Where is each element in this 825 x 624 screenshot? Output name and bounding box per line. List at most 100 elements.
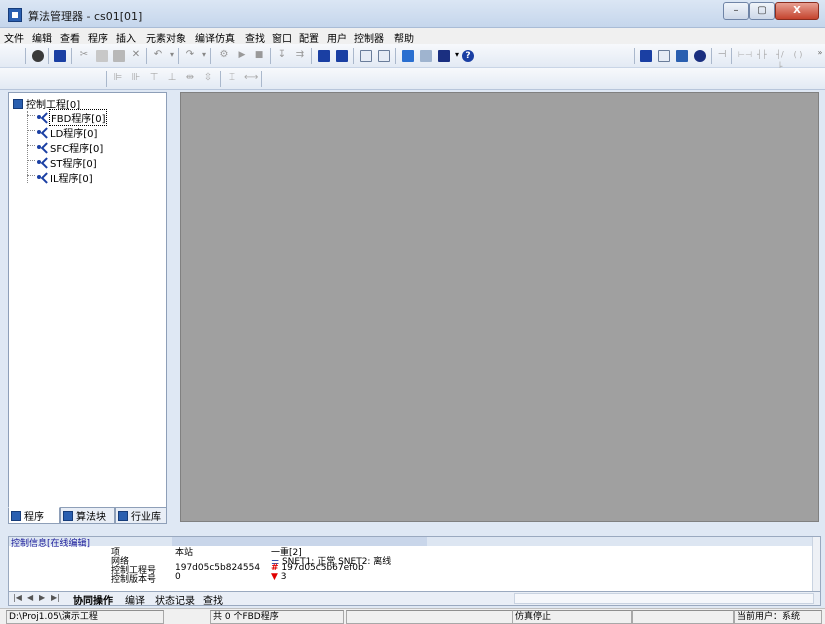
tab-collaboration[interactable]: 协同操作 xyxy=(73,592,113,607)
menu-find[interactable]: 查找 xyxy=(245,30,265,45)
tab-program[interactable]: 程序 xyxy=(8,507,60,524)
previous-tab-icon[interactable]: ◀ xyxy=(27,593,33,602)
upload-icon[interactable] xyxy=(336,50,348,62)
menu-controller[interactable]: 控制器 xyxy=(354,30,384,45)
version-warning-icon: ▼ xyxy=(271,572,278,582)
toolbar-separator xyxy=(48,48,49,64)
menu-view[interactable]: 查看 xyxy=(60,30,80,45)
tree-item-label: FBD程序[0] xyxy=(48,109,108,126)
close-button[interactable]: X xyxy=(775,2,819,20)
space-horizontal-icon[interactable]: ⟷ xyxy=(244,72,258,84)
menu-element-object[interactable]: 元素对象 xyxy=(146,30,186,45)
tab-algorithm-block[interactable]: 算法块 xyxy=(60,507,115,524)
tree-item-il[interactable]: IL程序[0] xyxy=(37,170,93,185)
tab-find[interactable]: 查找 xyxy=(203,592,223,607)
layout-toolbar: ⊫ ⊪ ⊤ ⊥ ⇹ ⇳ ⌶ ⟷ xyxy=(0,68,825,90)
offline-icon[interactable] xyxy=(378,50,390,62)
table-icon[interactable] xyxy=(420,50,432,62)
editor-workspace[interactable] xyxy=(180,92,819,522)
tree-item-st[interactable]: ST程序[0] xyxy=(37,155,97,170)
step-icon[interactable]: ↧ xyxy=(276,49,288,61)
align-bottom-icon[interactable]: ⊥ xyxy=(166,72,178,84)
status-current-user: 当前用户：系统 xyxy=(734,610,822,624)
first-tab-icon[interactable]: |◀ xyxy=(13,593,22,602)
maximize-button[interactable]: ▢ xyxy=(749,2,775,20)
window-title: 算法管理器 - cs01[01] xyxy=(28,10,143,23)
align-top-icon[interactable]: ⊤ xyxy=(148,72,160,84)
stop-icon[interactable]: ■ xyxy=(253,49,265,61)
tree-item-fbd[interactable]: FBD程序[0] xyxy=(37,109,108,126)
cut-icon[interactable]: ✂ xyxy=(78,49,90,61)
menu-user[interactable]: 用户 xyxy=(327,30,347,45)
menu-config[interactable]: 配置 xyxy=(299,30,319,45)
network-icon[interactable] xyxy=(676,50,688,62)
user-icon[interactable] xyxy=(32,50,44,62)
toolbar-separator xyxy=(634,48,635,64)
toolbar-separator xyxy=(106,71,107,87)
menu-insert[interactable]: 插入 xyxy=(116,30,136,45)
title-bar: 算法管理器 - cs01[01] – ▢ X xyxy=(0,0,825,28)
step-over-icon[interactable]: ⇉ xyxy=(294,49,306,61)
rung-icon[interactable]: ⊢⊣ xyxy=(738,49,752,61)
tab-compile[interactable]: 编译 xyxy=(125,592,145,607)
last-tab-icon[interactable]: ▶| xyxy=(51,593,60,602)
run-icon[interactable]: ▶ xyxy=(236,49,248,61)
delete-icon[interactable]: ✕ xyxy=(130,49,142,61)
undo-icon[interactable]: ↶ xyxy=(152,49,164,61)
info-row-local: 0 xyxy=(175,572,181,582)
save-icon[interactable] xyxy=(54,50,66,62)
panel-splitter[interactable] xyxy=(170,92,178,524)
center-vertical-icon[interactable]: ⇳ xyxy=(202,72,214,84)
online-icon[interactable] xyxy=(360,50,372,62)
no-contact-icon[interactable]: ┤├ xyxy=(756,49,768,61)
tree-root[interactable]: 控制工程[0] xyxy=(13,96,80,111)
minimize-button[interactable]: – xyxy=(723,2,749,20)
toolbar-separator xyxy=(220,71,221,87)
tree-item-ld[interactable]: LD程序[0] xyxy=(37,125,97,140)
next-tab-icon[interactable]: ▶ xyxy=(39,593,45,602)
compile-icon[interactable]: ⚙ xyxy=(218,49,230,61)
info-panel-title: 控制信息[在线编辑] xyxy=(11,539,91,549)
station-icon[interactable] xyxy=(658,50,670,62)
toolbar-overflow-icon[interactable]: » xyxy=(814,47,825,59)
monitor-icon[interactable] xyxy=(402,50,414,62)
tab-status-log[interactable]: 状态记录 xyxy=(155,592,195,607)
output-tabs: |◀ ◀ ▶ ▶| 协同操作 编译 状态记录 查找 xyxy=(8,592,821,607)
paste-icon[interactable] xyxy=(113,50,125,62)
space-vertical-icon[interactable]: ⌶ xyxy=(226,72,238,84)
program-icon xyxy=(37,113,47,123)
controller-icon[interactable] xyxy=(640,50,652,62)
undo-dropdown-icon[interactable]: ▾ xyxy=(166,49,178,61)
menu-file[interactable]: 文件 xyxy=(4,30,24,45)
menu-edit[interactable]: 编辑 xyxy=(32,30,52,45)
status-empty xyxy=(632,610,734,624)
tree-connector xyxy=(27,115,35,116)
contact-icon[interactable]: ⊣ xyxy=(716,49,728,61)
coil-icon[interactable]: ( ) xyxy=(792,49,804,61)
redo-dropdown-icon[interactable]: ▾ xyxy=(198,49,210,61)
horizontal-scrollbar[interactable] xyxy=(514,593,814,604)
help-icon[interactable]: ? xyxy=(462,50,474,62)
tab-label: 算法块 xyxy=(76,512,106,523)
tree-connector xyxy=(27,130,35,131)
align-right-icon[interactable]: ⊪ xyxy=(130,72,142,84)
menu-bar: 文件 编辑 查看 程序 插入 元素对象 编译仿真 查找 窗口 配置 用户 控制器… xyxy=(0,28,825,45)
nc-contact-icon[interactable]: ┤/├ xyxy=(774,49,786,71)
menu-compile-simulate[interactable]: 编译仿真 xyxy=(195,30,235,45)
toolbar-separator xyxy=(731,48,732,64)
menu-help[interactable]: 帮助 xyxy=(394,30,414,45)
program-icon xyxy=(37,128,47,138)
menu-window[interactable]: 窗口 xyxy=(272,30,292,45)
align-left-icon[interactable]: ⊫ xyxy=(112,72,124,84)
menu-program[interactable]: 程序 xyxy=(88,30,108,45)
info-panel-scrollbar[interactable] xyxy=(812,537,820,591)
tab-industry-library[interactable]: 行业库 xyxy=(115,507,167,524)
copy-icon[interactable] xyxy=(96,50,108,62)
center-horizontal-icon[interactable]: ⇹ xyxy=(184,72,196,84)
list-icon[interactable] xyxy=(438,50,450,62)
diagnose-icon[interactable] xyxy=(694,50,706,62)
redo-icon[interactable]: ↷ xyxy=(184,49,196,61)
algorithm-block-tab-icon xyxy=(63,510,73,521)
download-icon[interactable] xyxy=(318,50,330,62)
tree-item-sfc[interactable]: SFC程序[0] xyxy=(37,140,103,155)
